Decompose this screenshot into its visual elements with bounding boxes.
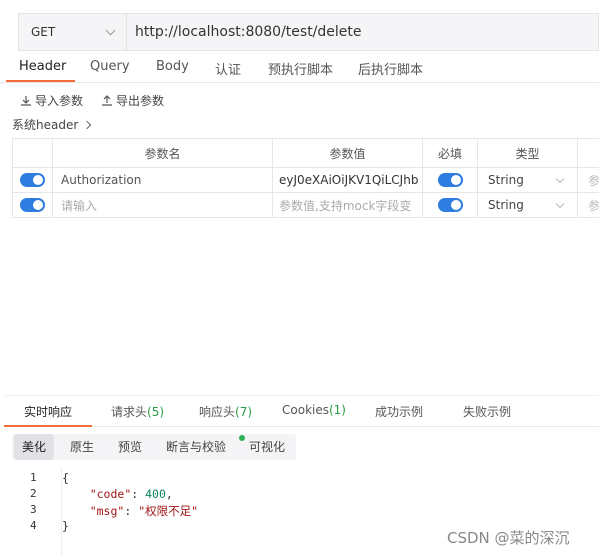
response-tabs: 实时响应 请求头(5) 响应头(7) Cookies(1) 成功示例 失败示例 [4, 395, 599, 427]
table-row: 请输入 参数值,支持mock字段变 String 参 [12, 193, 599, 218]
code-line: "code": 400, [89, 487, 173, 501]
view-mode-tabs: 美化 原生 预览 断言与校验 可视化 [12, 434, 296, 460]
line-number: 1 [30, 471, 37, 484]
line-number: 3 [30, 503, 37, 516]
active-response-tab-indicator [4, 425, 92, 427]
cookies-count: (1) [328, 403, 346, 417]
col-param-name: 参数名 [53, 139, 273, 167]
required-toggle[interactable] [437, 173, 463, 187]
param-name-input[interactable]: Authorization [53, 168, 273, 192]
tab-beautify[interactable]: 美化 [14, 434, 55, 460]
row-enable-toggle[interactable] [20, 198, 45, 212]
type-select-value: String [488, 173, 524, 187]
import-icon [21, 95, 31, 106]
import-params-label: 导入参数 [35, 94, 84, 108]
system-header-label: 系统header [12, 118, 79, 132]
tab-body[interactable]: Body [156, 59, 189, 74]
code-line: { [62, 471, 69, 485]
system-header-toggle[interactable]: 系统header [12, 116, 92, 133]
request-tabs: Header Query Body 认证 预执行脚本 后执行脚本 [0, 55, 599, 83]
active-tab-indicator [6, 80, 75, 82]
tab-response-headers[interactable]: 响应头(7) [199, 403, 252, 420]
tab-post-script[interactable]: 后执行脚本 [358, 59, 423, 78]
param-name-input[interactable]: 请输入 [53, 193, 273, 217]
param-value-input[interactable]: 参数值,支持mock字段变 [273, 193, 423, 217]
import-params-button[interactable]: 导入参数 [20, 92, 83, 109]
required-toggle[interactable] [437, 198, 463, 212]
tab-query[interactable]: Query [90, 59, 130, 74]
code-line: } [62, 519, 69, 533]
url-bar: GET http://localhost:8080/test/delete [18, 13, 599, 51]
params-table: 参数名 参数值 必填 类型 Authorization eyJ0eXAiOiJK… [12, 138, 599, 218]
tab-live-response[interactable]: 实时响应 [24, 403, 72, 420]
line-number: 4 [30, 519, 37, 532]
tab-auth[interactable]: 认证 [215, 59, 241, 78]
tab-success-example[interactable]: 成功示例 [375, 403, 423, 420]
param-value-input[interactable]: eyJ0eXAiOiJKV1QiLCJhb [273, 168, 423, 192]
response-headers-count: (7) [235, 405, 253, 419]
chevron-down-icon [555, 174, 565, 184]
col-required: 必填 [423, 139, 478, 167]
tab-visualize[interactable]: 可视化 [241, 434, 293, 460]
tab-pre-script[interactable]: 预执行脚本 [268, 59, 333, 78]
tab-raw[interactable]: 原生 [62, 434, 102, 460]
tab-assertions[interactable]: 断言与校验 [158, 434, 234, 460]
export-icon [102, 94, 112, 106]
chevron-down-icon [105, 25, 116, 35]
export-params-label: 导出参数 [116, 94, 165, 108]
type-select-value: String [488, 198, 524, 212]
method-label: GET [31, 25, 56, 39]
table-header-row: 参数名 参数值 必填 类型 [12, 139, 599, 168]
method-select[interactable]: GET [19, 14, 127, 50]
chevron-right-icon [83, 120, 92, 129]
tab-failure-example[interactable]: 失败示例 [463, 403, 511, 420]
tab-request-headers[interactable]: 请求头(5) [111, 403, 164, 420]
chevron-down-icon [555, 199, 565, 209]
export-params-button[interactable]: 导出参数 [101, 92, 164, 109]
type-select[interactable]: String [478, 193, 578, 217]
line-number-gutter: 1 2 3 4 [4, 468, 62, 555]
row-enable-toggle[interactable] [20, 173, 45, 187]
code-line: "msg": "权限不足" [89, 504, 199, 518]
col-param-value: 参数值 [273, 139, 423, 167]
tab-cookies[interactable]: Cookies(1) [282, 403, 346, 417]
param-desc-input[interactable]: 参 [578, 168, 599, 192]
type-select[interactable]: String [478, 168, 578, 192]
request-headers-count: (5) [147, 405, 165, 419]
col-type: 类型 [478, 139, 578, 167]
line-number: 2 [30, 487, 37, 500]
watermark: CSDN @菜的深沉 [447, 529, 570, 547]
tab-header[interactable]: Header [19, 59, 66, 74]
url-input[interactable]: http://localhost:8080/test/delete [127, 24, 362, 40]
param-desc-input[interactable]: 参 [578, 193, 599, 217]
table-row: Authorization eyJ0eXAiOiJKV1QiLCJhb Stri… [12, 168, 599, 193]
tab-preview[interactable]: 预览 [110, 434, 150, 460]
